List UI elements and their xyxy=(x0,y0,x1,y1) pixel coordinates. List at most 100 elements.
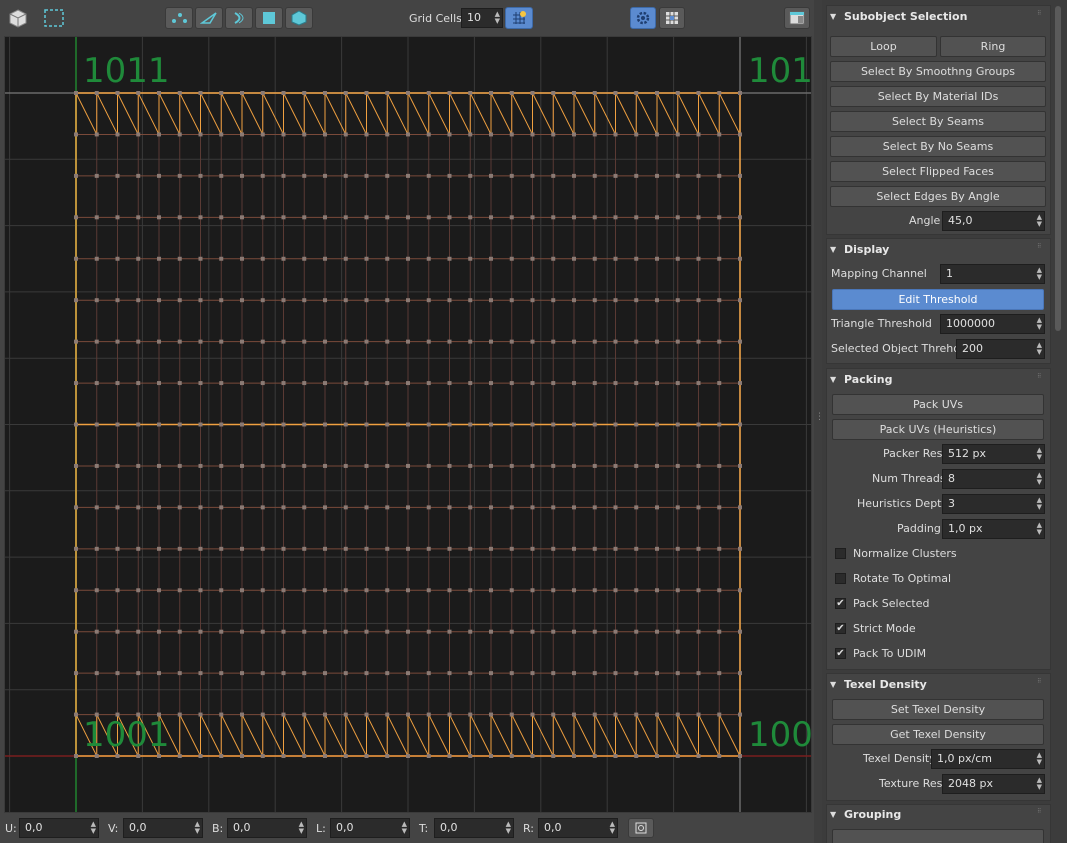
num-threads-spinner[interactable]: 8 ▲ ▼ xyxy=(942,469,1045,489)
spinner-arrows-icon[interactable]: ▲ ▼ xyxy=(1037,472,1042,486)
drag-grip-icon[interactable]: ⠿ xyxy=(1037,244,1043,251)
spinner-arrows-icon[interactable]: ▲ ▼ xyxy=(610,821,615,835)
collapse-triangle-icon[interactable]: ▼ xyxy=(830,370,836,390)
angle-label: Angle xyxy=(909,214,941,227)
section-header-display[interactable]: ▼ Display xyxy=(826,240,889,260)
border-mode-icon[interactable] xyxy=(225,7,253,29)
spinner-arrows-icon[interactable]: ▲ ▼ xyxy=(299,821,304,835)
angle-spinner[interactable]: 45,0 ▲ ▼ xyxy=(942,211,1045,231)
v-label: V: xyxy=(108,822,119,835)
section-header-packing[interactable]: ▼ Packing xyxy=(826,370,893,390)
pack-uvs-heuristics-button[interactable]: Pack UVs (Heuristics) xyxy=(832,419,1044,440)
collapse-triangle-icon[interactable]: ▼ xyxy=(830,240,836,260)
collapse-triangle-icon[interactable]: ▼ xyxy=(830,675,836,695)
u-value: 0,0 xyxy=(25,821,43,834)
spinner-arrows-icon[interactable]: ▲ ▼ xyxy=(495,11,500,25)
edit-threshold-button[interactable]: Edit Threshold xyxy=(832,289,1044,310)
section-header-texel-density[interactable]: ▼ Texel Density xyxy=(826,675,927,695)
face-mode-icon[interactable] xyxy=(255,7,283,29)
ring-button[interactable]: Ring xyxy=(940,36,1046,57)
spinner-arrows-icon[interactable]: ▲ ▼ xyxy=(1037,267,1042,281)
b-label: B: xyxy=(212,822,224,835)
l-field[interactable]: 0,0 ▲ ▼ xyxy=(330,818,410,838)
drag-grip-icon[interactable]: ⠿ xyxy=(1037,679,1043,686)
t-value: 0,0 xyxy=(440,821,458,834)
pack-uvs-button[interactable]: Pack UVs xyxy=(832,394,1044,415)
strict-mode-checkbox[interactable]: ✔ xyxy=(835,623,846,634)
select-by-seams-button[interactable]: Select By Seams xyxy=(830,111,1046,132)
u-field[interactable]: 0,0 ▲ ▼ xyxy=(19,818,99,838)
spinner-arrows-icon[interactable]: ▲ ▼ xyxy=(1037,214,1042,228)
drag-grip-icon[interactable]: ⠿ xyxy=(1037,809,1043,816)
select-edges-by-angle-button[interactable]: Select Edges By Angle xyxy=(830,186,1046,207)
section-title: Texel Density xyxy=(844,678,927,691)
r-field[interactable]: 0,0 ▲ ▼ xyxy=(538,818,618,838)
element-mode-icon[interactable] xyxy=(285,7,313,29)
collapse-triangle-icon[interactable]: ▼ xyxy=(830,805,836,825)
collapse-triangle-icon[interactable]: ▼ xyxy=(830,7,836,27)
texture-res-spinner[interactable]: 2048 px ▲ ▼ xyxy=(942,774,1045,794)
panel-layout-icon[interactable] xyxy=(784,7,810,29)
selected-object-threshold-spinner[interactable]: 200 ▲ ▼ xyxy=(956,339,1045,359)
spinner-arrows-icon[interactable]: ▲ ▼ xyxy=(402,821,407,835)
grid-cells-value: 10 xyxy=(467,11,481,24)
grid-cells-spinner[interactable]: 10 ▲ ▼ xyxy=(461,8,503,28)
packer-res-spinner[interactable]: 512 px ▲ ▼ xyxy=(942,444,1045,464)
b-value: 0,0 xyxy=(233,821,251,834)
spinner-arrows-icon[interactable]: ▲ ▼ xyxy=(1037,777,1042,791)
set-texel-density-button[interactable]: Set Texel Density xyxy=(832,699,1044,720)
vertex-mode-icon[interactable] xyxy=(165,7,193,29)
select-flipped-faces-button[interactable]: Select Flipped Faces xyxy=(830,161,1046,182)
uv-viewport[interactable]: 1011 1012 1001 1002 xyxy=(4,36,812,813)
grid-snap-icon[interactable] xyxy=(505,7,533,29)
edge-mode-icon[interactable] xyxy=(195,7,223,29)
spinner-arrows-icon[interactable]: ▲ ▼ xyxy=(1037,522,1042,536)
texture-res-label: Texture Res xyxy=(879,777,943,790)
heuristics-depth-spinner[interactable]: 3 ▲ ▼ xyxy=(942,494,1045,514)
spinner-arrows-icon[interactable]: ▲ ▼ xyxy=(506,821,511,835)
triangle-threshold-spinner[interactable]: 1000000 ▲ ▼ xyxy=(940,314,1045,334)
spinner-arrows-icon[interactable]: ▲ ▼ xyxy=(1037,342,1042,356)
selection-rect-icon[interactable] xyxy=(41,6,67,30)
section-header-grouping[interactable]: ▼ Grouping xyxy=(826,805,901,825)
section-header-subobject[interactable]: ▼ Subobject Selection xyxy=(826,7,967,27)
spinner-arrows-icon[interactable]: ▲ ▼ xyxy=(1037,752,1042,766)
focus-button[interactable] xyxy=(628,818,654,838)
pack-selected-checkbox[interactable]: ✔ xyxy=(835,598,846,609)
drag-grip-icon[interactable]: ⠿ xyxy=(1037,374,1043,381)
section-title: Display xyxy=(844,243,890,256)
heuristics-depth-label: Heuristics Depth xyxy=(857,497,949,510)
select-by-no-seams-button[interactable]: Select By No Seams xyxy=(830,136,1046,157)
select-by-material-ids-button[interactable]: Select By Material IDs xyxy=(830,86,1046,107)
pack-to-udim-checkbox[interactable]: ✔ xyxy=(835,648,846,659)
spinner-arrows-icon[interactable]: ▲ ▼ xyxy=(195,821,200,835)
rotate-to-optimal-checkbox[interactable] xyxy=(835,573,846,584)
spinner-arrows-icon[interactable]: ▲ ▼ xyxy=(1037,497,1042,511)
get-texel-density-button[interactable]: Get Texel Density xyxy=(832,724,1044,745)
mapping-channel-spinner[interactable]: 1 ▲ ▼ xyxy=(940,264,1045,284)
t-label: T: xyxy=(419,822,429,835)
b-field[interactable]: 0,0 ▲ ▼ xyxy=(227,818,307,838)
checker-icon[interactable] xyxy=(659,7,685,29)
padding-spinner[interactable]: 1,0 px ▲ ▼ xyxy=(942,519,1045,539)
spinner-arrows-icon[interactable]: ▲ ▼ xyxy=(1037,317,1042,331)
normalize-clusters-checkbox[interactable] xyxy=(835,548,846,559)
texel-density-spinner[interactable]: 1,0 px/cm ▲ ▼ xyxy=(931,749,1045,769)
grouping-button[interactable] xyxy=(832,829,1044,843)
mapping-channel-value: 1 xyxy=(946,267,953,280)
t-field[interactable]: 0,0 ▲ ▼ xyxy=(434,818,514,838)
uv-canvas[interactable] xyxy=(5,37,812,813)
select-by-smoothing-groups-button[interactable]: Select By Smoothng Groups xyxy=(830,61,1046,82)
spinner-arrows-icon[interactable]: ▲ ▼ xyxy=(1037,447,1042,461)
u-label: U: xyxy=(5,822,17,835)
rotate-to-optimal-label: Rotate To Optimal xyxy=(853,572,952,585)
section-title: Grouping xyxy=(844,808,902,821)
v-field[interactable]: 0,0 ▲ ▼ xyxy=(123,818,203,838)
drag-grip-icon[interactable]: ⠿ xyxy=(1037,11,1043,18)
snap-3d-icon[interactable] xyxy=(6,6,30,30)
spinner-arrows-icon[interactable]: ▲ ▼ xyxy=(91,821,96,835)
settings-icon[interactable] xyxy=(630,7,656,29)
panel-splitter[interactable]: ⋮ xyxy=(814,0,824,843)
panel-scrollbar[interactable] xyxy=(1055,6,1061,331)
loop-button[interactable]: Loop xyxy=(830,36,937,57)
